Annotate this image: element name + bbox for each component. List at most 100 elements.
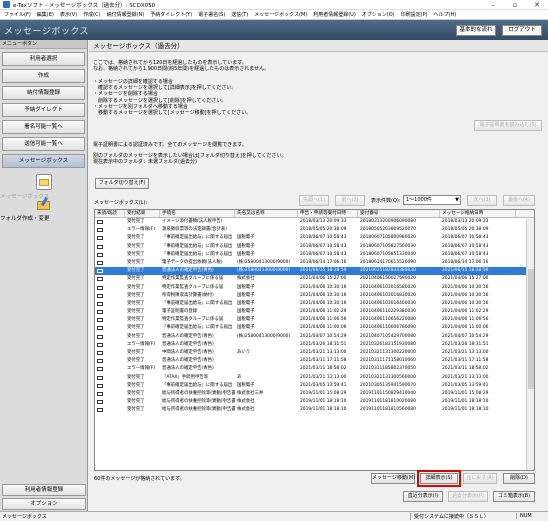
sidebar-item-sendable[interactable]: 送信可能一覧へ: [2, 137, 85, 151]
menu-file[interactable]: ファイル(F): [4, 11, 31, 18]
sidebar-item-payment[interactable]: 納付情報登録: [2, 86, 85, 100]
column-header-result[interactable]: 受付結果: [125, 210, 160, 217]
cell-received-at: 2021/04/06 10:30:16: [300, 284, 347, 290]
sidebar-item-user-select[interactable]: 利用者選択: [2, 52, 85, 66]
load-certificate-button[interactable]: 電子証明書を読み込む(S): [474, 120, 542, 131]
cell-receipt-no: 20210406110229380030: [360, 309, 416, 315]
sidebar-item-signable[interactable]: 署名可能一覧へ: [2, 120, 85, 134]
table-scrollbar[interactable]: [526, 219, 534, 470]
column-header-procedure[interactable]: 手続名: [160, 210, 235, 217]
cell-stored-at: 2021/03/11 18:58:02: [442, 366, 489, 372]
menu-edit[interactable]: 編集(E): [37, 11, 54, 18]
trash-view-button[interactable]: ゴミ箱表示(B): [493, 491, 535, 502]
last-page-button[interactable]: 最後へ(4): [503, 195, 535, 206]
prev-page-button[interactable]: 前へ(2): [335, 195, 365, 206]
table-row[interactable]: 受付完了 特定作業監査グループに係る届 国税電子 2021/04/06 10:30:1…: [95, 284, 534, 292]
sidebar-item-messagebox[interactable]: メッセージボックス: [2, 154, 85, 168]
cell-stored-at: 2021/04/06 10:30:16: [442, 300, 489, 306]
menu-create[interactable]: 作成(C): [83, 11, 100, 18]
cell-name: [235, 365, 298, 373]
cell-procedure: 普通法人の確定申告(青色): [162, 268, 214, 274]
table-row[interactable]: 受付完了 所得税徴収高計算書(納付) 国税電子 2021/04/06 10:30:16…: [95, 292, 534, 300]
folder-switch-button[interactable]: フォルダ切り替え(F): [95, 178, 149, 189]
menu-print[interactable]: 印刷設定(P): [401, 11, 428, 18]
cell-stored-at: 2018/06/07 10:58:43: [442, 251, 489, 257]
table-row[interactable]: 受付完了 電子証明書の登録 国税電子 2021/04/06 11:02:29 20210…: [95, 308, 534, 316]
cell-procedure: 給与所得者の扶養控除等(異動)申告書: [162, 390, 235, 396]
sidebar-options-button[interactable]: オプション: [2, 498, 86, 510]
envelope-icon: [97, 301, 103, 306]
column-header-read[interactable]: 未読/既読: [95, 210, 125, 217]
table-row[interactable]: 受付完了 普通法人の確定申告(青色) (株)25800413000(9000) 202…: [95, 333, 534, 341]
menu-direct[interactable]: 予納ダイレクト(Y): [150, 11, 192, 18]
cell-name: [235, 357, 298, 365]
close-button[interactable]: ✕: [526, 0, 548, 10]
cell-result: 受付完了: [127, 309, 145, 315]
envelope-icon: [97, 277, 103, 282]
sidebar-item-create[interactable]: 作成: [2, 69, 85, 83]
cell-stored-at: 2018/06/07 10:58:43: [442, 243, 489, 249]
table-row[interactable]: 受付完了 「事前確定届出給与」に関する届出 国税電子 2018/06/07 10:58…: [95, 234, 534, 242]
sidebar-messagebox-shortcut[interactable]: メッセージボックス: [0, 174, 87, 200]
menu-options[interactable]: オプション(O): [362, 11, 395, 18]
menu-view[interactable]: 表示(V): [60, 11, 77, 18]
cell-name: あ: [237, 374, 242, 380]
table-row[interactable]: 受付完了 電子データの提出依頼(法人税) (株)25800413000(9000) 2…: [95, 259, 534, 267]
column-header-receipt-no[interactable]: 受付番号: [358, 210, 440, 217]
basic-flow-button[interactable]: 基本的な流れ: [456, 25, 496, 36]
column-header-name[interactable]: 氏名又は名称: [235, 210, 298, 217]
cell-receipt-no: 20210406103016580020: [360, 284, 416, 290]
move-message-button[interactable]: メッセージ移動(M): [371, 473, 415, 484]
table-row[interactable]: 受付完了 イメージ添付書類(法人税申告) 2018/03/13 20:09:33 20…: [95, 218, 534, 226]
restore-button[interactable]: 元に戻す(R): [463, 473, 497, 484]
envelope-icon: [97, 375, 103, 380]
table-row[interactable]: 受付完了 中間法人の確定申告(青色) あいう 2021/03/21 13:13:00 2…: [95, 349, 534, 357]
detail-button[interactable]: 詳細表示(S): [417, 470, 461, 487]
scrollbar-thumb[interactable]: [528, 269, 534, 389]
cell-received-at: 2021/04/06 15:27:00: [300, 276, 347, 282]
past-view-button[interactable]: 過去分表示(P): [448, 491, 488, 502]
menu-messagebox[interactable]: メッセージボックス(M): [254, 11, 307, 18]
first-page-button[interactable]: 先頭へ(1): [299, 195, 329, 206]
cell-stored-at: 2019/11/01 18:18:10: [442, 399, 489, 405]
sidebar-user-info-button[interactable]: 利用者情報登録: [2, 484, 86, 496]
table-row[interactable]: 受付完了 普通法人の確定申告(青色) (株)25800413000(9000) 202…: [95, 267, 534, 276]
menu-user-info[interactable]: 利用者情報登録(U): [313, 11, 356, 18]
next-page-button[interactable]: 次へ(3): [467, 195, 497, 206]
table-row[interactable]: 受付完了 給与所得者の扶養控除等(異動)申告書 株式会社三井 2019/11/01 1…: [95, 390, 534, 398]
column-header-received-at[interactable]: 申告・申請等受付日時: [298, 210, 358, 217]
recent-view-button[interactable]: 直近分表示(I): [403, 491, 443, 502]
table-row[interactable]: 受付完了 「事前確定届出給与」に関する届出 国税電子 2018/06/07 10:58…: [95, 251, 534, 259]
envelope-icon: [97, 391, 103, 396]
inbox-icon: [35, 174, 52, 190]
table-row[interactable]: 受付完了 「事前確定届出給与」に関する届出 国税電子 2021/04/06 10:30…: [95, 300, 534, 308]
table-row[interactable]: 受付完了 給与所得者の扶養控除等(異動)申告書 株式会社 2019/11/01 18:…: [95, 406, 534, 414]
menu-help[interactable]: ヘルプ(H): [434, 11, 457, 18]
menu-send[interactable]: 送信(T): [231, 11, 248, 18]
table-row[interactable]: 受付完了 「ATAX」手続用申告等 あ 2021/03/21 13:13:00 2021…: [95, 374, 534, 382]
cell-receipt-no: 20210406110006780090: [360, 325, 416, 331]
cell-receipt-no: 20180505203809520070: [360, 227, 416, 233]
minimize-button[interactable]: –: [482, 0, 504, 10]
table-row[interactable]: エラー情報(F) 源泉徴収票等の法定調書(合計表) 2018/05/05 20:38…: [95, 226, 534, 234]
table-row[interactable]: 受付完了 「事前確定届出給与」に関する届出 国税電子 2018/06/07 10:58…: [95, 243, 534, 251]
table-row[interactable]: エラー情報(F) 普通法人の確定申告(青色) 2021/03/26 18:31:51…: [95, 341, 534, 349]
range-select[interactable]: 1～1000件 ▼: [403, 195, 461, 205]
table-row[interactable]: 受付完了 普通法人の確定申告(青色) 2021/03/11 17:11:58 2021…: [95, 357, 534, 365]
cell-received-at: 2018/06/07 10:58:43: [300, 235, 347, 241]
table-row[interactable]: 受付完了 特定作業監査グループに係る届 株式会社 2021/04/06 15:27:0…: [95, 275, 534, 283]
table-row[interactable]: 受付完了 「事前確定届出給与」に関する届出 国税電子 2021/03/05 13:59…: [95, 382, 534, 390]
logout-button[interactable]: ログアウト: [502, 25, 542, 36]
delete-button[interactable]: 削除(D): [503, 473, 535, 484]
sidebar-item-direct[interactable]: 予納ダイレクト: [2, 103, 85, 117]
maximize-button[interactable]: ▫: [504, 0, 526, 10]
table-row[interactable]: 受付完了 特定作業監査グループに係る届 国税電子 2021/04/06 11:06:5…: [95, 316, 534, 324]
envelope-icon: [97, 318, 103, 323]
column-header-stored-at[interactable]: メッセージ格納日時: [440, 210, 516, 217]
table-row[interactable]: 受付完了 「事前確定届出給与」に関する届出 国税電子 2021/04/06 11:00…: [95, 324, 534, 332]
menu-signature[interactable]: 電子署名(S): [198, 11, 225, 18]
cell-received-at: 2018/06/07 10:58:43: [300, 243, 347, 249]
table-row[interactable]: 受付完了 給与所得者の扶養控除等(異動)申告書 株式会社 2019/11/01 18:…: [95, 398, 534, 406]
menu-payment[interactable]: 納付情報登録(N): [107, 11, 145, 18]
table-row[interactable]: エラー情報(F) 普通法人の確定申告(青色) 2021/03/11 18:58:02…: [95, 365, 534, 373]
